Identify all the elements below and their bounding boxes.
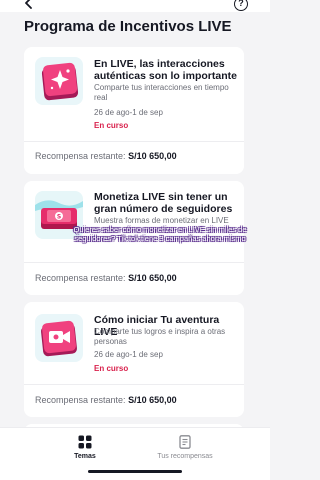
card-title: En LIVE, las interacciones auténticas so… bbox=[94, 58, 237, 82]
tab-label: Tus recompensas bbox=[157, 453, 213, 460]
reward-label: Recompensa restante: bbox=[35, 273, 126, 283]
campaign-card-interactions[interactable]: En LIVE, las interacciones auténticas so… bbox=[24, 47, 244, 174]
status-badge: En curso bbox=[94, 364, 129, 373]
reward-value: S/10 650,00 bbox=[128, 395, 177, 405]
grid-icon bbox=[78, 435, 92, 449]
card-description: Comparte tus interacciones en tiempo rea… bbox=[94, 83, 229, 102]
reward-label: Recompensa restante: bbox=[35, 395, 126, 405]
top-bar: ? bbox=[0, 0, 270, 12]
status-badge: En curso bbox=[94, 121, 129, 130]
card-date: 26 de ago-1 de sep bbox=[94, 108, 163, 117]
divider bbox=[24, 262, 244, 263]
question-circle-icon[interactable]: ? bbox=[234, 0, 248, 11]
reward-remaining: Recompensa restante: S/10 650,00 bbox=[35, 151, 177, 161]
reward-remaining: Recompensa restante: S/10 650,00 bbox=[35, 395, 177, 405]
chevron-left-icon[interactable] bbox=[22, 0, 36, 10]
document-list-icon bbox=[179, 435, 191, 449]
card-description: Comparte tus logros e inspira a otras pe… bbox=[94, 327, 226, 346]
svg-text:S: S bbox=[57, 214, 61, 221]
sparkle-card-icon bbox=[35, 57, 83, 105]
reward-label: Recompensa restante: bbox=[35, 151, 126, 161]
live-camera-icon bbox=[35, 314, 83, 362]
reward-value: S/10 650,00 bbox=[128, 151, 177, 161]
tab-label: Temas bbox=[74, 453, 96, 460]
reward-remaining: Recompensa restante: S/10 650,00 bbox=[35, 273, 177, 283]
home-indicator bbox=[88, 470, 182, 473]
campaign-card-adventure[interactable]: Cómo iniciar Tu aventura LIVE Comparte t… bbox=[24, 302, 244, 417]
divider bbox=[24, 384, 244, 385]
overlay-caption: Quieres saber cómo monetizar en LIVE sin… bbox=[73, 225, 247, 243]
page-title: Programa de Incentivos LIVE bbox=[24, 18, 232, 35]
tab-temas[interactable]: Temas bbox=[45, 435, 125, 460]
reward-value: S/10 650,00 bbox=[128, 273, 177, 283]
card-date: 26 de ago-1 de sep bbox=[94, 350, 163, 359]
divider bbox=[24, 141, 244, 142]
card-title: Monetiza LIVE sin tener un gran número d… bbox=[94, 191, 233, 215]
tab-tus-recompensas[interactable]: Tus recompensas bbox=[145, 435, 225, 460]
